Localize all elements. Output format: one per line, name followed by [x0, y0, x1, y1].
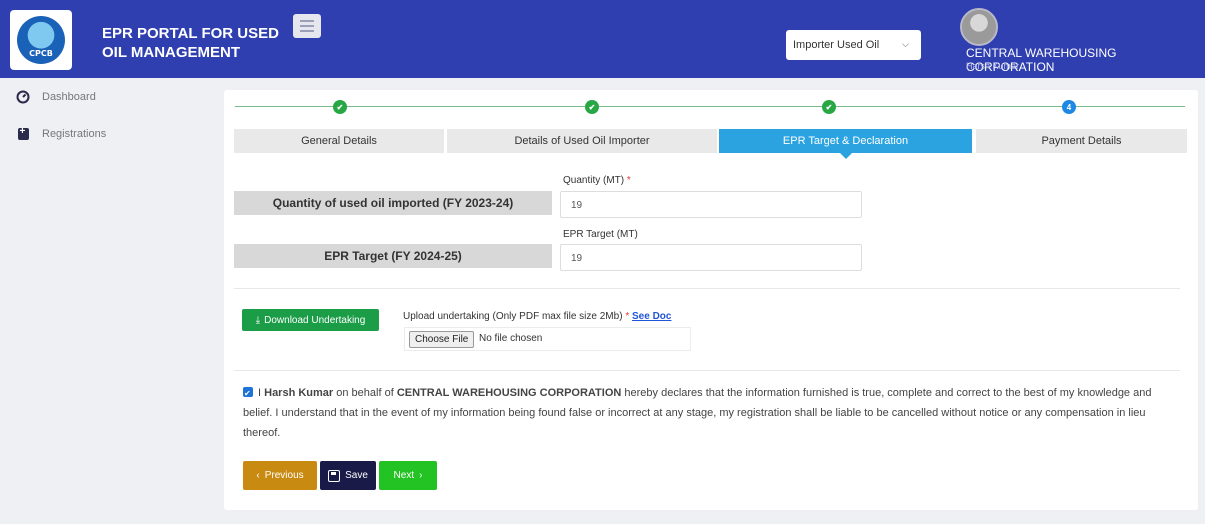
next-button-label: Next [393, 470, 415, 481]
content-card [224, 90, 1198, 510]
upload-label-text: Upload undertaking (Only PDF max file si… [403, 311, 623, 322]
avatar[interactable] [960, 8, 998, 46]
quantity-input[interactable]: 19 [560, 191, 862, 218]
required-mark: * [626, 175, 631, 186]
add-document-icon [16, 126, 30, 141]
declaration-checkbox[interactable] [243, 384, 253, 404]
quantity-row-label: Quantity of used oil imported (FY 2023-2… [234, 191, 552, 215]
declaration-text: I Harsh Kumar on behalf of CENTRAL WAREH… [243, 383, 1173, 443]
sidebar-item-label: Registrations [42, 128, 107, 140]
file-upload-field: Choose File No file chosen [404, 327, 691, 351]
menu-toggle-button[interactable] [293, 14, 321, 38]
top-header: CPCB EPR PORTAL FOR USED OIL MANAGEMENT … [0, 0, 1205, 78]
step-done-check-icon: ✔ [333, 100, 347, 114]
declaration-middle: on behalf of [336, 387, 394, 399]
tab-payment-details[interactable]: Payment Details [976, 129, 1187, 153]
role-select[interactable]: Importer Used Oil ⌵ [786, 30, 921, 60]
no-file-text: No file chosen [479, 333, 543, 344]
gauge-icon [16, 90, 30, 104]
target-field-label: EPR Target (MT) [563, 229, 638, 240]
stepper-line [235, 106, 1185, 107]
section-divider [234, 370, 1180, 371]
see-doc-link[interactable]: See Doc [632, 311, 671, 322]
declarant-organization: CENTRAL WAREHOUSING CORPORATION [396, 387, 622, 399]
chevron-right-icon: › [419, 470, 423, 481]
sidebar-item-registrations[interactable]: Registrations [16, 126, 107, 141]
role-select-value: Importer Used Oil [793, 39, 880, 51]
next-button[interactable]: Next › [379, 461, 437, 490]
declaration-prefix: I [258, 387, 262, 399]
quantity-field-label: Quantity (MT) * [563, 175, 631, 186]
logo-emblem-icon: CPCB [17, 16, 65, 64]
save-button[interactable]: Save [320, 461, 376, 490]
tab-epr-target-declaration[interactable]: EPR Target & Declaration [719, 129, 972, 159]
sidebar-item-label: Dashboard [42, 91, 96, 103]
declarant-name: Harsh Kumar [264, 387, 334, 399]
previous-button-label: Previous [264, 470, 304, 481]
choose-file-button[interactable]: Choose File [409, 331, 475, 348]
previous-button[interactable]: ‹ Previous [243, 461, 317, 490]
required-mark: * [625, 311, 630, 322]
upload-label: Upload undertaking (Only PDF max file si… [403, 311, 671, 322]
chevron-left-icon: ‹ [256, 470, 260, 481]
epr-target-input[interactable]: 19 [560, 244, 862, 271]
download-undertaking-button[interactable]: ⤓ Download Undertaking [242, 309, 379, 331]
section-divider [234, 288, 1180, 289]
step-done-check-icon: ✔ [822, 100, 836, 114]
cpcb-logo: CPCB [10, 10, 72, 70]
logo-text: CPCB [29, 49, 53, 58]
target-row-label: EPR Target (FY 2024-25) [234, 244, 552, 268]
tab-importer-details[interactable]: Details of Used Oil Importer [447, 129, 717, 153]
step-current-number: 4 [1062, 100, 1076, 114]
step-done-check-icon: ✔ [585, 100, 599, 114]
chevron-down-icon: ⌵ [902, 39, 909, 49]
user-name: Harsh Kumar [966, 61, 1020, 71]
hamburger-icon [300, 20, 314, 22]
download-button-label: Download Undertaking [264, 314, 366, 326]
save-button-label: Save [345, 470, 368, 481]
sidebar: Dashboard Registrations [0, 78, 212, 524]
download-icon: ⤓ [255, 314, 261, 326]
quantity-field-label-text: Quantity (MT) [563, 175, 625, 186]
sidebar-item-dashboard[interactable]: Dashboard [16, 90, 96, 104]
floppy-disk-icon [328, 469, 341, 482]
tab-general-details[interactable]: General Details [234, 129, 444, 153]
portal-title: EPR PORTAL FOR USED OIL MANAGEMENT [102, 25, 279, 61]
